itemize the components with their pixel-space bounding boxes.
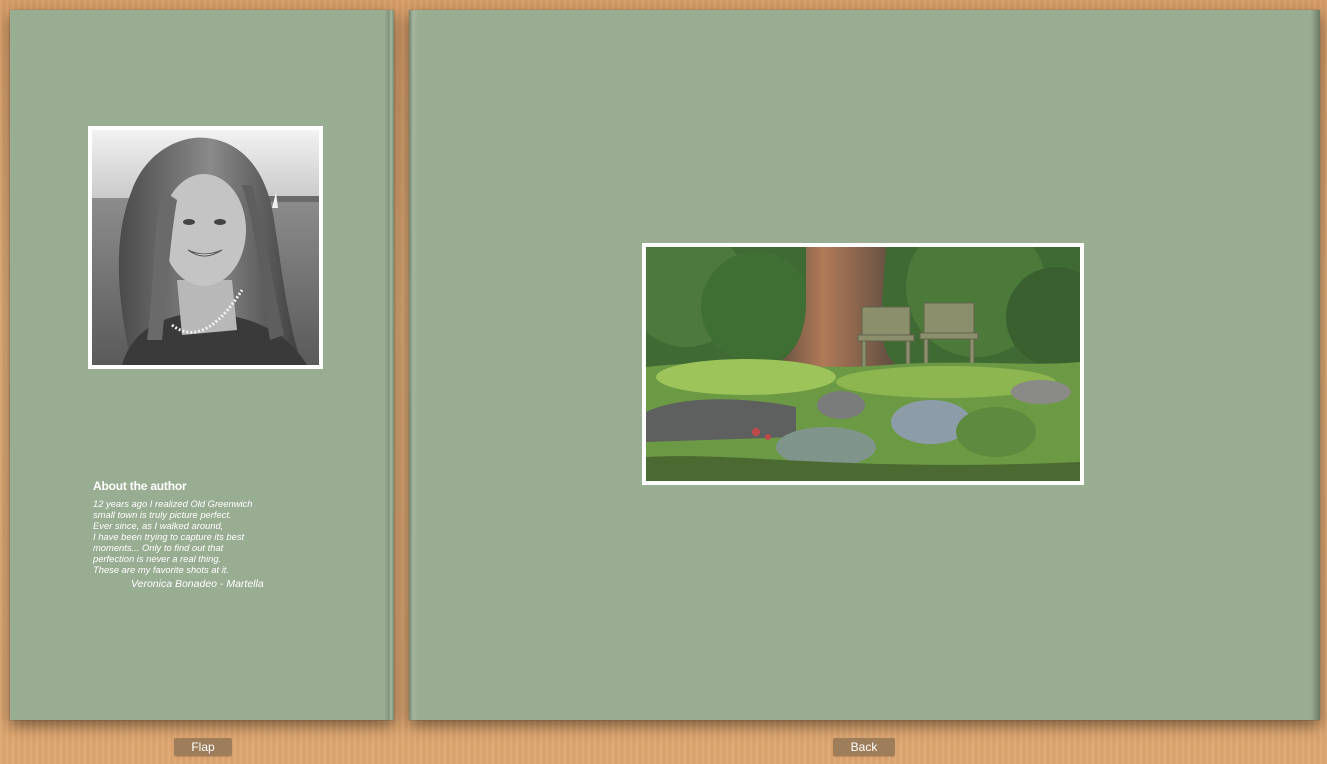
about-author-text: 12 years ago I realized Old Greenwich sm… [93, 498, 323, 575]
about-line: perfection is never a real thing. [93, 553, 222, 564]
about-line: moments... Only to find out that [93, 542, 224, 553]
back-cover-panel [409, 10, 1320, 720]
back-button[interactable]: Back [833, 738, 895, 756]
about-line: Ever since, as I walked around, [93, 520, 224, 531]
author-photo [88, 126, 323, 369]
about-line: small town is truly picture perfect. [93, 509, 232, 520]
flap-panel: About the author 12 years ago I realized… [10, 10, 394, 720]
about-line: 12 years ago I realized Old Greenwich [93, 498, 253, 509]
garden-photo [642, 243, 1084, 485]
about-line: I have been trying to capture its best [93, 531, 245, 542]
author-signature: Veronica Bonadeo - Martella [131, 578, 264, 590]
about-author-title: About the author [93, 479, 187, 493]
about-line: These are my favorite shots at it. [93, 564, 229, 575]
flap-button[interactable]: Flap [174, 738, 232, 756]
